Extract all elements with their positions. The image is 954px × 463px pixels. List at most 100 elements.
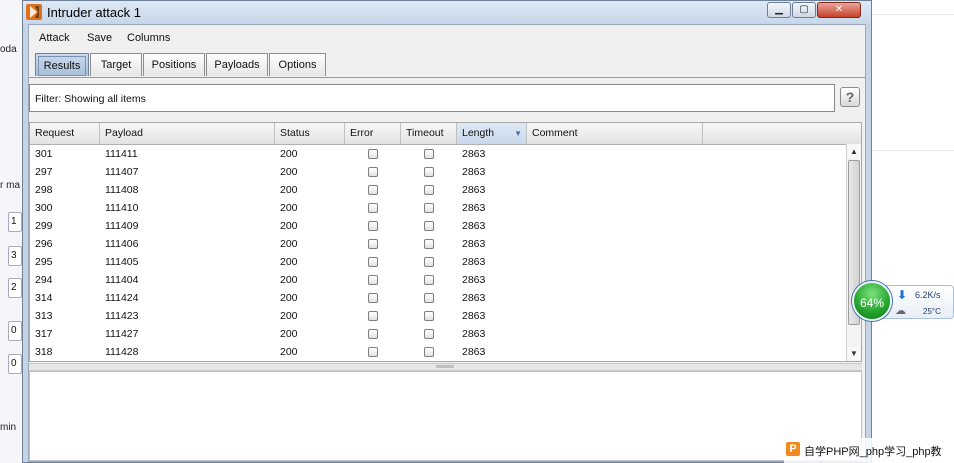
cell-length: 2863 bbox=[462, 184, 486, 196]
table-row[interactable]: 295 111405 200 2863 bbox=[30, 253, 846, 271]
timeout-checkbox[interactable] bbox=[424, 221, 434, 231]
cell-status: 200 bbox=[280, 202, 298, 214]
error-checkbox[interactable] bbox=[368, 239, 378, 249]
column-header-status[interactable]: Status bbox=[275, 123, 345, 144]
network-monitor-widget[interactable]: ⬇ 6.2K/s ☁ 25°C 64% bbox=[852, 276, 954, 324]
column-header-error[interactable]: Error bbox=[345, 123, 401, 144]
timeout-checkbox[interactable] bbox=[424, 311, 434, 321]
menu-save[interactable]: Save bbox=[87, 32, 112, 44]
error-checkbox[interactable] bbox=[368, 185, 378, 195]
tab-target[interactable]: Target bbox=[90, 53, 142, 76]
app-icon bbox=[26, 4, 42, 20]
maximize-button[interactable]: ▢ bbox=[792, 2, 816, 18]
window-content: Attack Save Columns Results Target Posit… bbox=[28, 24, 866, 462]
cell-request: 298 bbox=[35, 184, 53, 196]
error-checkbox[interactable] bbox=[368, 293, 378, 303]
minimize-button[interactable]: ▁ bbox=[767, 2, 791, 18]
cpu-gauge[interactable]: 64% bbox=[852, 281, 892, 321]
cell-status: 200 bbox=[280, 220, 298, 232]
tab-positions[interactable]: Positions bbox=[143, 53, 205, 76]
timeout-checkbox[interactable] bbox=[424, 149, 434, 159]
vertical-scrollbar[interactable]: ▲ ▼ bbox=[846, 144, 861, 361]
column-header-payload[interactable]: Payload bbox=[100, 123, 275, 144]
cell-length: 2863 bbox=[462, 202, 486, 214]
cell-length: 2863 bbox=[462, 220, 486, 232]
cell-payload: 111410 bbox=[105, 202, 139, 214]
download-icon: ⬇ bbox=[897, 288, 908, 302]
table-header: Request Payload Status Error Timeout Len… bbox=[30, 123, 846, 145]
cell-payload: 111404 bbox=[105, 274, 139, 286]
title-bar[interactable]: Intruder attack 1 ▁ ▢ ✕ bbox=[23, 1, 871, 24]
cell-request: 317 bbox=[35, 328, 53, 340]
cell-length: 2863 bbox=[462, 328, 486, 340]
cell-payload: 111405 bbox=[105, 256, 139, 268]
timeout-checkbox[interactable] bbox=[424, 239, 434, 249]
background-desktop bbox=[872, 0, 954, 463]
table-row[interactable]: 294 111404 200 2863 bbox=[30, 271, 846, 289]
cell-request: 295 bbox=[35, 256, 53, 268]
error-checkbox[interactable] bbox=[368, 311, 378, 321]
menu-attack[interactable]: Attack bbox=[39, 32, 70, 44]
table-row[interactable]: 297 111407 200 2863 bbox=[30, 163, 846, 181]
tab-options[interactable]: Options bbox=[269, 53, 326, 76]
error-checkbox[interactable] bbox=[368, 221, 378, 231]
timeout-checkbox[interactable] bbox=[424, 275, 434, 285]
error-checkbox[interactable] bbox=[368, 257, 378, 267]
table-row[interactable]: 301 111411 200 2863 bbox=[30, 145, 846, 163]
cell-length: 2863 bbox=[462, 166, 486, 178]
cell-status: 200 bbox=[280, 166, 298, 178]
filter-bar[interactable]: Filter: Showing all items bbox=[29, 84, 835, 112]
table-row[interactable]: 317 111427 200 2863 bbox=[30, 325, 846, 343]
temperature: 25°C bbox=[923, 307, 941, 316]
error-checkbox[interactable] bbox=[368, 329, 378, 339]
table-row[interactable]: 318 111428 200 2863 bbox=[30, 343, 846, 361]
background-field: 2 bbox=[8, 278, 22, 298]
column-header-length[interactable]: Length ▼ bbox=[457, 123, 527, 144]
cell-request: 313 bbox=[35, 310, 53, 322]
results-table: Request Payload Status Error Timeout Len… bbox=[29, 122, 862, 362]
cell-status: 200 bbox=[280, 148, 298, 160]
table-row[interactable]: 296 111406 200 2863 bbox=[30, 235, 846, 253]
timeout-checkbox[interactable] bbox=[424, 293, 434, 303]
timeout-checkbox[interactable] bbox=[424, 347, 434, 357]
background-window: oda r ma 1 3 2 0 0 min bbox=[0, 0, 23, 463]
column-header-request[interactable]: Request bbox=[30, 123, 100, 144]
window-title: Intruder attack 1 bbox=[47, 5, 141, 20]
close-button[interactable]: ✕ bbox=[817, 2, 861, 18]
error-checkbox[interactable] bbox=[368, 275, 378, 285]
table-row[interactable]: 314 111424 200 2863 bbox=[30, 289, 846, 307]
menu-bar: Attack Save Columns bbox=[29, 25, 865, 49]
cell-status: 200 bbox=[280, 328, 298, 340]
tab-bar: Results Target Positions Payloads Option… bbox=[29, 53, 865, 78]
cell-status: 200 bbox=[280, 238, 298, 250]
timeout-checkbox[interactable] bbox=[424, 185, 434, 195]
error-checkbox[interactable] bbox=[368, 167, 378, 177]
help-icon[interactable]: ? bbox=[840, 87, 860, 107]
watermark-logo: P bbox=[786, 442, 800, 456]
tab-results[interactable]: Results bbox=[35, 53, 89, 76]
cell-length: 2863 bbox=[462, 256, 486, 268]
scroll-up-icon[interactable]: ▲ bbox=[848, 145, 860, 158]
detail-pane bbox=[29, 371, 862, 461]
table-row[interactable]: 299 111409 200 2863 bbox=[30, 217, 846, 235]
column-header-timeout[interactable]: Timeout bbox=[401, 123, 457, 144]
timeout-checkbox[interactable] bbox=[424, 167, 434, 177]
column-header-comment[interactable]: Comment bbox=[527, 123, 703, 144]
timeout-checkbox[interactable] bbox=[424, 329, 434, 339]
timeout-checkbox[interactable] bbox=[424, 203, 434, 213]
error-checkbox[interactable] bbox=[368, 149, 378, 159]
timeout-checkbox[interactable] bbox=[424, 257, 434, 267]
tab-payloads[interactable]: Payloads bbox=[206, 53, 268, 76]
filter-label: Filter: Showing all items bbox=[35, 93, 146, 105]
table-row[interactable]: 300 111410 200 2863 bbox=[30, 199, 846, 217]
cell-payload: 111424 bbox=[105, 292, 139, 304]
table-row[interactable]: 298 111408 200 2863 bbox=[30, 181, 846, 199]
cell-status: 200 bbox=[280, 346, 298, 358]
table-row[interactable]: 313 111423 200 2863 bbox=[30, 307, 846, 325]
pane-splitter[interactable] bbox=[29, 363, 862, 371]
scroll-down-icon[interactable]: ▼ bbox=[848, 347, 860, 360]
error-checkbox[interactable] bbox=[368, 347, 378, 357]
menu-columns[interactable]: Columns bbox=[127, 32, 170, 44]
cell-status: 200 bbox=[280, 310, 298, 322]
error-checkbox[interactable] bbox=[368, 203, 378, 213]
